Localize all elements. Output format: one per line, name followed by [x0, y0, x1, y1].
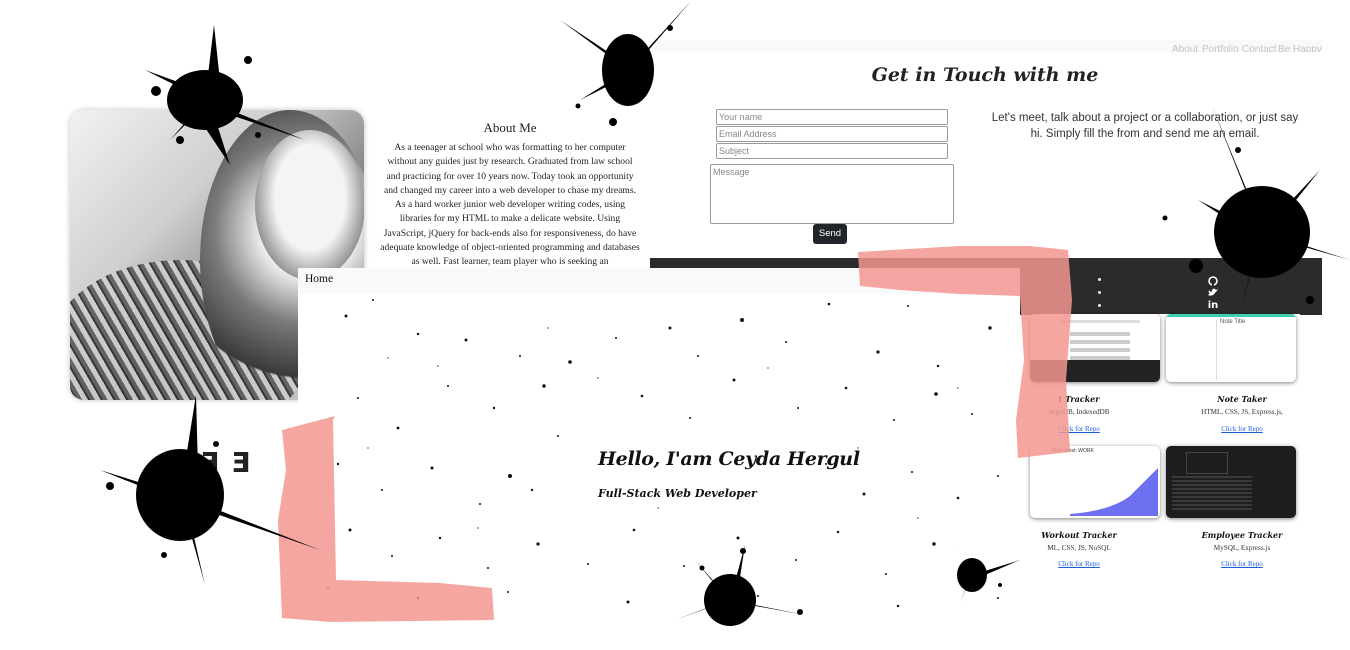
- ink-splatters: [100, 0, 1350, 650]
